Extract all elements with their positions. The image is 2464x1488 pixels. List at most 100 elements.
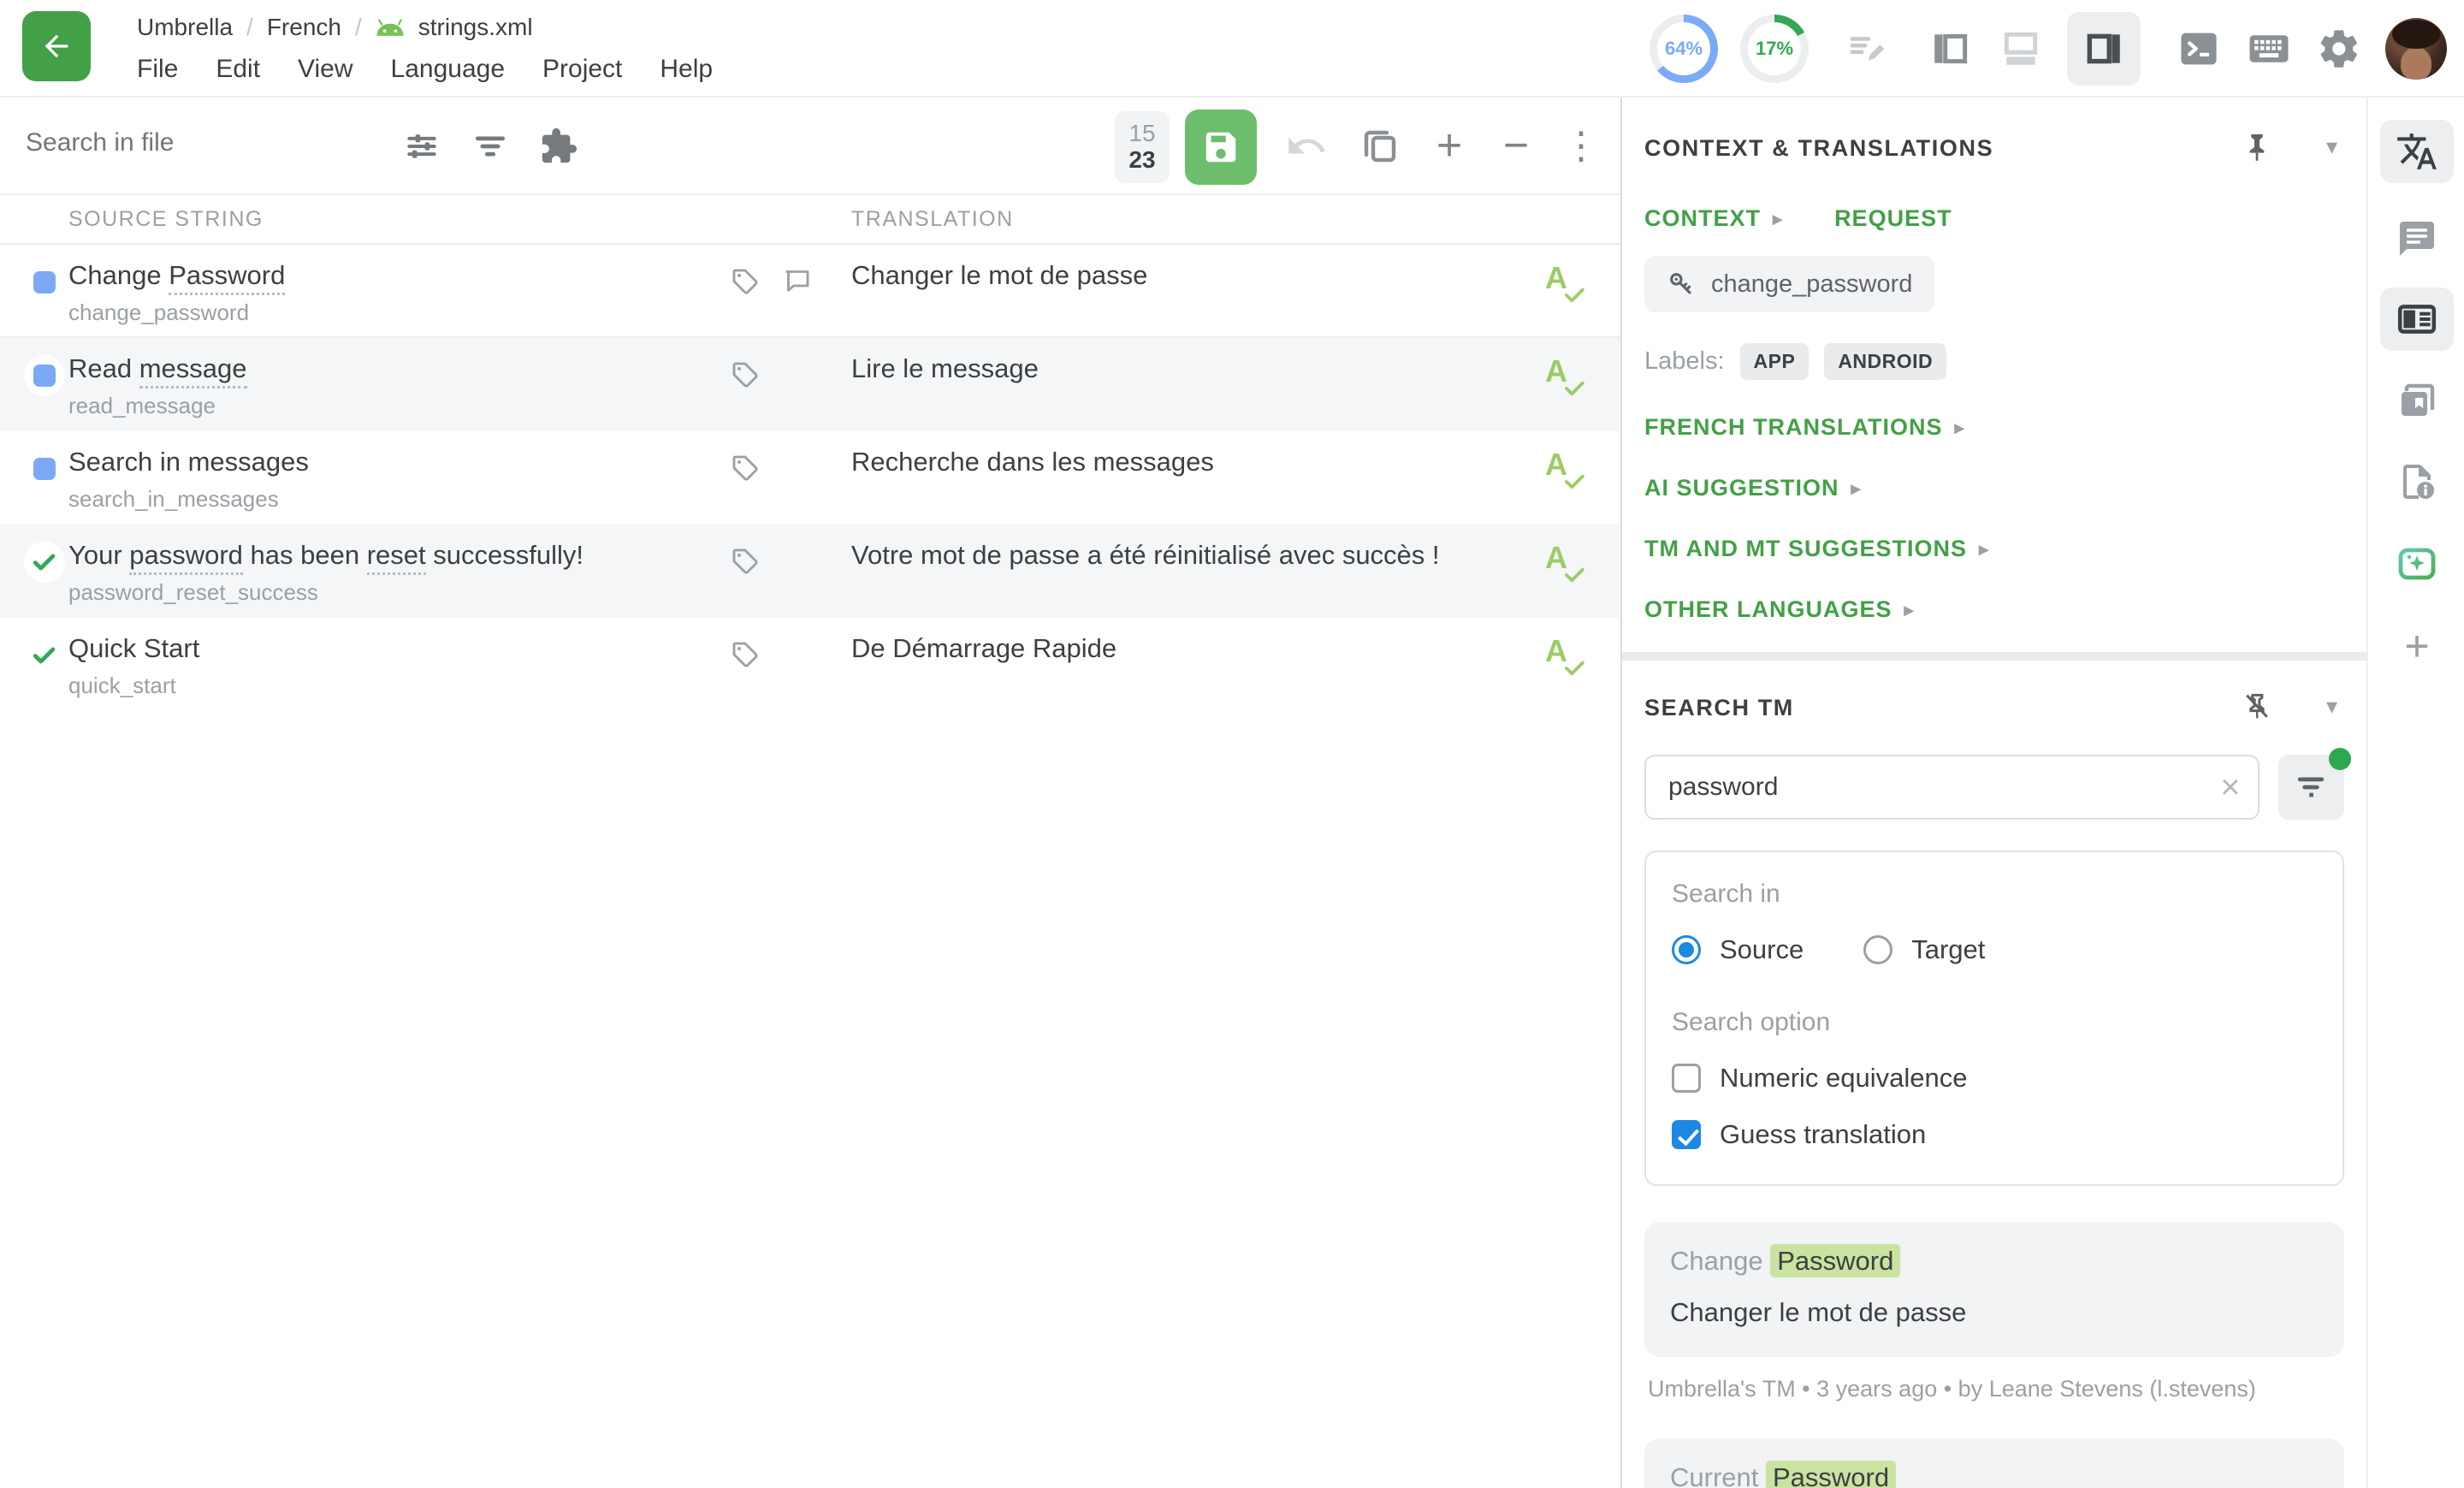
user-avatar[interactable] bbox=[2385, 18, 2447, 80]
spellcheck-approved-icon[interactable]: A bbox=[1545, 633, 1588, 679]
tag-icon[interactable] bbox=[729, 452, 760, 483]
string-key: read_message bbox=[68, 393, 216, 419]
progress-ring-reviewed[interactable]: 17% bbox=[1740, 15, 1809, 83]
source-string[interactable]: Your password has been reset successfull… bbox=[68, 540, 583, 571]
editor-work-area: 15 23 + − ⋮ SOURCE STRING TRANSLATION Ch… bbox=[0, 98, 1620, 1488]
labels-caption: Labels: bbox=[1644, 347, 1725, 376]
plugins-puzzle-icon[interactable] bbox=[537, 125, 580, 168]
tm-result-card[interactable]: Current Password Mot de passe actuel!!! bbox=[1644, 1438, 2344, 1488]
layout-bottom-panel-icon[interactable] bbox=[1997, 25, 2045, 73]
menu-edit[interactable]: Edit bbox=[216, 55, 260, 84]
duplicate-icon[interactable] bbox=[1359, 125, 1401, 168]
tm-result-card[interactable]: Change Password Changer le mot de passe bbox=[1644, 1222, 2344, 1357]
status-bullet bbox=[33, 365, 56, 387]
breadcrumb-project[interactable]: Umbrella bbox=[137, 14, 233, 41]
translation-text[interactable]: Lire le message bbox=[851, 353, 1039, 384]
tag-icon[interactable] bbox=[729, 265, 760, 296]
terminal-icon[interactable] bbox=[2175, 25, 2223, 73]
table-row[interactable]: Search in messages search_in_messages Re… bbox=[0, 431, 1620, 525]
section-ai-suggestion[interactable]: AI SUGGESTION▸ bbox=[1644, 475, 2344, 501]
display-settings-icon[interactable] bbox=[400, 125, 443, 168]
add-string-button[interactable]: + bbox=[1424, 120, 1475, 171]
chevron-right-icon: ▸ bbox=[1773, 208, 1783, 230]
label-chip-android[interactable]: ANDROID bbox=[1824, 343, 1946, 380]
source-string[interactable]: Change Password bbox=[68, 260, 285, 291]
tag-icon[interactable] bbox=[729, 545, 760, 576]
unpin-icon[interactable] bbox=[2240, 690, 2277, 727]
table-row[interactable]: Your password has been reset successfull… bbox=[0, 525, 1620, 618]
search-in-label: Search in bbox=[1672, 880, 2317, 909]
tag-icon[interactable] bbox=[729, 638, 760, 669]
menu-file[interactable]: File bbox=[137, 55, 178, 84]
keyboard-icon[interactable] bbox=[2245, 25, 2293, 73]
tm-glossary-panel-icon[interactable] bbox=[2380, 370, 2454, 433]
tm-search-input[interactable] bbox=[1668, 756, 2182, 818]
source-string[interactable]: Search in messages bbox=[68, 447, 309, 477]
tm-filter-button[interactable] bbox=[2278, 755, 2344, 820]
menu-language[interactable]: Language bbox=[391, 55, 505, 84]
tab-context[interactable]: CONTEXT ▸ bbox=[1644, 205, 1783, 232]
comment-icon[interactable] bbox=[782, 265, 813, 296]
translation-text[interactable]: Changer le mot de passe bbox=[851, 260, 1147, 291]
status-bullet bbox=[33, 271, 56, 293]
clear-search-icon[interactable]: × bbox=[2220, 770, 2240, 804]
chevron-right-icon: ▸ bbox=[1979, 538, 1989, 560]
table-row[interactable]: Quick Start quick_start De Démarrage Rap… bbox=[0, 618, 1620, 711]
section-other-languages[interactable]: OTHER LANGUAGES▸ bbox=[1644, 596, 2344, 623]
add-panel-icon[interactable]: + bbox=[2380, 614, 2454, 678]
search-tm-dropdown-icon[interactable]: ▾ bbox=[2326, 693, 2337, 720]
menu-view[interactable]: View bbox=[298, 55, 352, 84]
pin-icon[interactable] bbox=[2240, 130, 2277, 168]
checkbox-numeric-equivalence[interactable]: Numeric equivalence bbox=[1672, 1063, 2317, 1094]
arrow-left-icon bbox=[39, 29, 74, 63]
tasks-icon[interactable] bbox=[1843, 25, 1891, 73]
section-tm-mt-suggestions[interactable]: TM AND MT SUGGESTIONS▸ bbox=[1644, 536, 2344, 562]
translation-text[interactable]: De Démarrage Rapide bbox=[851, 633, 1116, 664]
spellcheck-approved-icon[interactable]: A bbox=[1545, 447, 1588, 493]
checkbox-guess-translation[interactable]: Guess translation bbox=[1672, 1119, 2317, 1150]
source-string[interactable]: Read message bbox=[68, 353, 247, 384]
progress-ring-reviewed-label: 17% bbox=[1756, 38, 1793, 60]
search-in-file-input[interactable] bbox=[26, 128, 351, 157]
section-french-translations[interactable]: FRENCH TRANSLATIONS▸ bbox=[1644, 414, 2344, 441]
spellcheck-approved-icon[interactable]: A bbox=[1545, 540, 1588, 586]
table-row[interactable]: Read message read_message Lire le messag… bbox=[0, 338, 1620, 431]
translation-text[interactable]: Votre mot de passe a été réinitialisé av… bbox=[851, 540, 1440, 571]
menu-project[interactable]: Project bbox=[542, 55, 622, 84]
spellcheck-approved-icon[interactable]: A bbox=[1545, 260, 1588, 306]
menu-help[interactable]: Help bbox=[660, 55, 713, 84]
tag-icon[interactable] bbox=[729, 359, 760, 389]
more-options-kebab-icon[interactable]: ⋮ bbox=[1555, 120, 1607, 171]
label-chip-app[interactable]: APP bbox=[1740, 343, 1810, 380]
string-key: change_password bbox=[68, 299, 249, 326]
context-panel-icon[interactable] bbox=[2380, 288, 2454, 351]
undo-icon[interactable] bbox=[1285, 125, 1328, 168]
translate-panel-icon[interactable] bbox=[2380, 120, 2454, 183]
breadcrumb-separator: / bbox=[355, 14, 362, 41]
settings-gear-icon[interactable] bbox=[2315, 25, 2363, 73]
save-floppy-icon bbox=[1201, 127, 1241, 167]
layout-right-panel-icon[interactable] bbox=[2067, 12, 2141, 86]
tab-request[interactable]: REQUEST bbox=[1834, 205, 1952, 232]
done-check-icon bbox=[30, 548, 59, 577]
translation-text[interactable]: Recherche dans les messages bbox=[851, 447, 1214, 477]
progress-ring-translated[interactable]: 64% bbox=[1650, 15, 1718, 83]
comments-panel-icon[interactable] bbox=[2380, 207, 2454, 270]
spellcheck-approved-icon[interactable]: A bbox=[1545, 353, 1588, 400]
panel-dropdown-icon[interactable]: ▾ bbox=[2326, 133, 2337, 160]
ai-panel-icon[interactable] bbox=[2380, 532, 2454, 596]
file-info-panel-icon[interactable] bbox=[2380, 450, 2454, 513]
table-row[interactable]: Change Password change_password Changer … bbox=[0, 245, 1620, 338]
radio-target[interactable]: Target bbox=[1863, 934, 1985, 965]
breadcrumb-file[interactable]: strings.xml bbox=[418, 14, 533, 41]
breadcrumb-language[interactable]: French bbox=[267, 14, 341, 41]
remove-string-button[interactable]: − bbox=[1490, 120, 1542, 171]
filter-list-icon[interactable] bbox=[469, 125, 512, 168]
checkbox-checked-icon bbox=[1672, 1120, 1701, 1149]
back-button[interactable] bbox=[22, 11, 91, 81]
save-button[interactable] bbox=[1185, 110, 1257, 185]
source-string[interactable]: Quick Start bbox=[68, 633, 199, 664]
string-key-chip[interactable]: change_password bbox=[1644, 256, 1934, 312]
layout-left-panel-icon[interactable] bbox=[1927, 25, 1975, 73]
radio-source[interactable]: Source bbox=[1672, 934, 1804, 965]
